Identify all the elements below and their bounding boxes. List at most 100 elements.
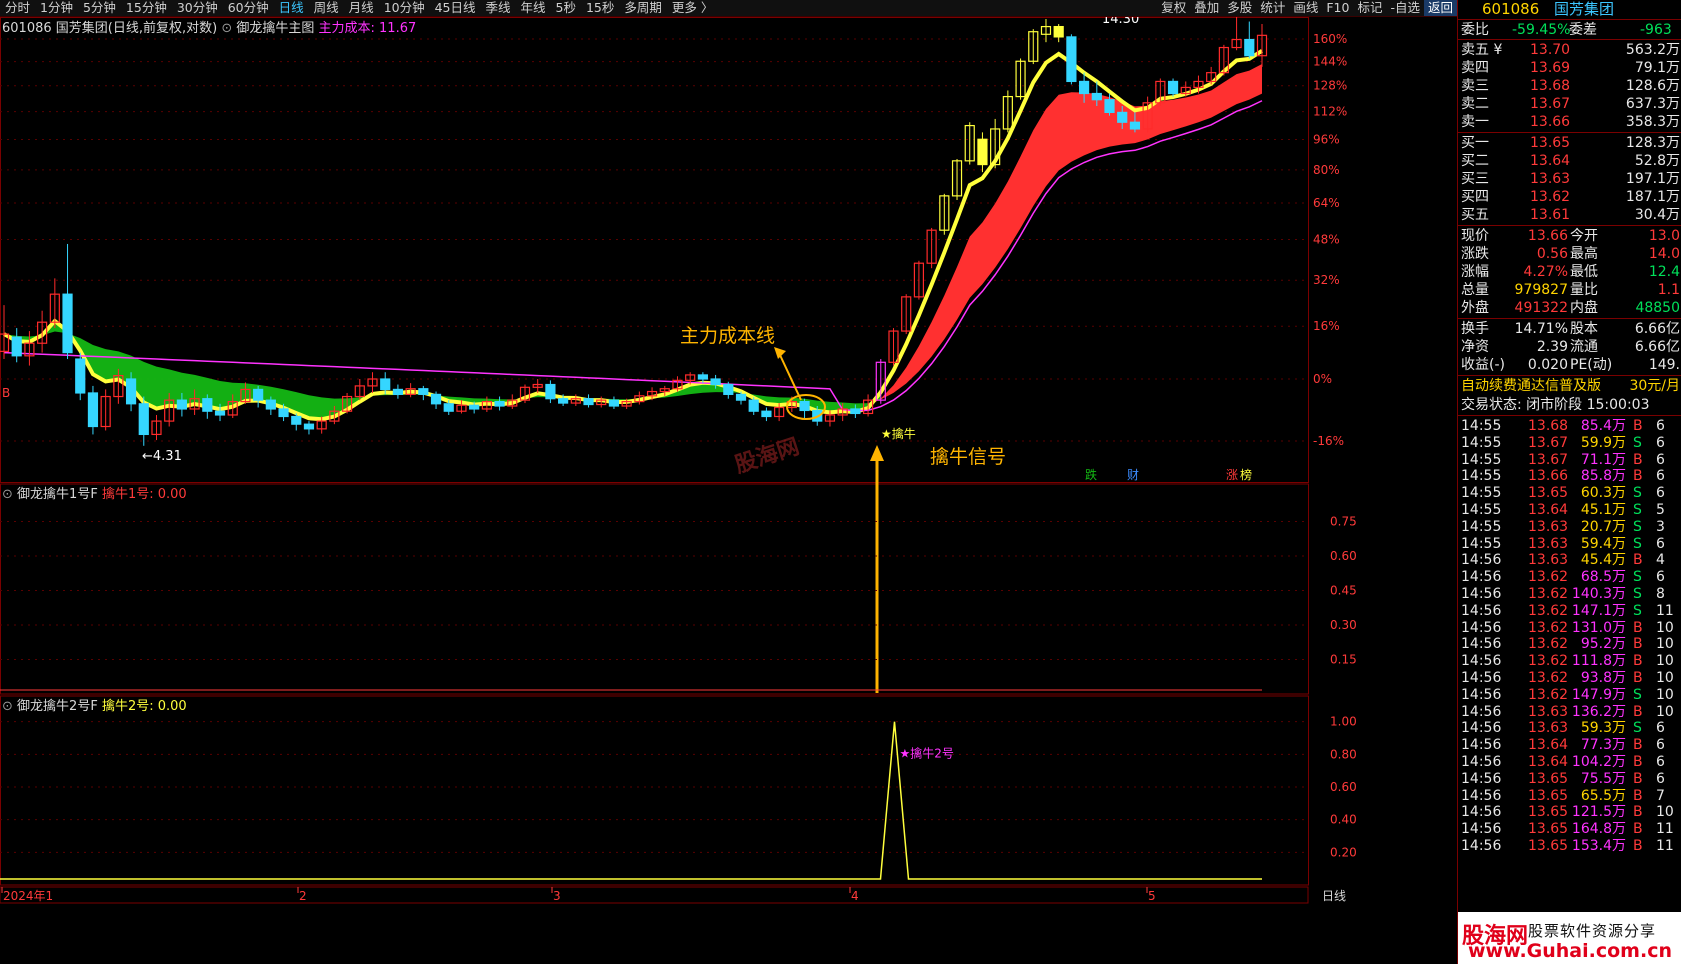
- period-1[interactable]: 1分钟: [35, 0, 78, 16]
- chart-area[interactable]: 160% 144% 128% 112% 96% 80% 64% 48% 32% 16% 0% -16%…: [0, 17, 1457, 964]
- tick-row[interactable]: 14:56 13.62 147.9万 S 10: [1458, 686, 1681, 704]
- tick-row[interactable]: 14:56 13.65 75.5万 B 6: [1458, 770, 1681, 788]
- panel2-y-tick: 0.80: [1330, 747, 1357, 761]
- tick-side: B: [1633, 787, 1643, 804]
- promo-row[interactable]: 自动续费通达信普及版 30元/月: [1458, 377, 1681, 395]
- buy-volume: 30.4万: [1634, 207, 1680, 223]
- tick-row[interactable]: 14:55 13.66 85.8万 B 6: [1458, 467, 1681, 485]
- tick-row[interactable]: 14:55 13.64 45.1万 S 5: [1458, 501, 1681, 519]
- stat2-row-2[interactable]: 收益(-) 0.020 PE(动) 149.: [1458, 356, 1681, 374]
- stat-row-4[interactable]: 外盘 491322 内盘 48850: [1458, 299, 1681, 317]
- indicator-dot-icon[interactable]: ⊙: [2, 487, 13, 502]
- tool-2[interactable]: 多股: [1223, 0, 1256, 16]
- stat2-row-1[interactable]: 净资 2.39 流通 6.66亿: [1458, 338, 1681, 356]
- period-11[interactable]: 季线: [481, 0, 516, 16]
- sell-label: 卖二: [1461, 96, 1489, 112]
- sell-row-3[interactable]: 卖三 13.68 128.6万: [1458, 77, 1681, 95]
- tool-6[interactable]: 标记: [1353, 0, 1386, 16]
- tick-volume: 59.9万: [1580, 434, 1626, 451]
- indicator-dot-icon[interactable]: ⊙: [221, 21, 232, 36]
- tick-side: B: [1633, 552, 1643, 569]
- tick-row[interactable]: 14:56 13.64 104.2万 B 6: [1458, 753, 1681, 771]
- tick-row[interactable]: 14:56 13.63 136.2万 B 10: [1458, 703, 1681, 721]
- period-7[interactable]: 周线: [309, 0, 344, 16]
- stat-row-3[interactable]: 总量 979827 量比 1.1: [1458, 281, 1681, 299]
- period-13[interactable]: 5秒: [551, 0, 581, 16]
- buy-row-2[interactable]: 买二 13.64 52.8万: [1458, 152, 1681, 170]
- stat-row-2[interactable]: 涨幅 4.27% 最低 12.4: [1458, 263, 1681, 281]
- stat-label: 涨幅: [1461, 264, 1489, 280]
- tool-8[interactable]: 返回: [1423, 0, 1457, 16]
- tick-row[interactable]: 14:56 13.64 77.3万 B 6: [1458, 736, 1681, 754]
- tick-price: 13.64: [1528, 754, 1569, 770]
- tool-5[interactable]: F10: [1322, 0, 1353, 16]
- stat-row-1[interactable]: 涨跌 0.56 最高 14.0: [1458, 245, 1681, 263]
- panel2-name[interactable]: 御龙擒牛2号F: [17, 699, 98, 714]
- period-16[interactable]: 更多 〉: [667, 0, 718, 16]
- tick-row[interactable]: 14:56 13.62 111.8万 B 10: [1458, 652, 1681, 670]
- tick-row[interactable]: 14:55 13.67 59.9万 S 6: [1458, 434, 1681, 452]
- tick-row[interactable]: 14:56 13.65 153.4万 B 11: [1458, 837, 1681, 855]
- sell-label: 卖一: [1461, 114, 1489, 130]
- tick-volume: 136.2万: [1571, 703, 1626, 720]
- stat-value: 1.1: [1657, 282, 1680, 298]
- panel1-name[interactable]: 御龙擒牛1号F: [17, 487, 98, 502]
- tick-row[interactable]: 14:56 13.65 121.5万 B 10: [1458, 803, 1681, 821]
- tick-row[interactable]: 14:56 13.62 95.2万 B 10: [1458, 635, 1681, 653]
- period-6[interactable]: 日线: [274, 0, 309, 16]
- period-2[interactable]: 5分钟: [78, 0, 121, 16]
- buy-row-4[interactable]: 买四 13.62 187.1万: [1458, 188, 1681, 206]
- tick-row[interactable]: 14:55 13.63 59.4万 S 6: [1458, 535, 1681, 553]
- tick-row[interactable]: 14:56 13.63 45.4万 B 4: [1458, 551, 1681, 569]
- indicator-dot-icon[interactable]: ⊙: [2, 699, 13, 714]
- tick-price: 13.63: [1528, 552, 1569, 569]
- stat-row-0[interactable]: 现价 13.66 今开 13.0: [1458, 227, 1681, 245]
- tick-row[interactable]: 14:56 13.62 140.3万 S 8: [1458, 585, 1681, 603]
- tool-3[interactable]: 统计: [1256, 0, 1289, 16]
- tick-row[interactable]: 14:56 13.65 164.8万 B 11: [1458, 820, 1681, 838]
- stat-label: 现价: [1461, 228, 1489, 244]
- tick-row[interactable]: 14:56 13.62 131.0万 B 10: [1458, 619, 1681, 637]
- period-4[interactable]: 30分钟: [172, 0, 223, 16]
- tool-4[interactable]: 画线: [1289, 0, 1322, 16]
- tool-1[interactable]: 叠加: [1190, 0, 1223, 16]
- period-15[interactable]: 多周期: [619, 0, 667, 16]
- tick-row[interactable]: 14:56 13.62 147.1万 S 11: [1458, 602, 1681, 620]
- tick-row[interactable]: 14:56 13.65 65.5万 B 7: [1458, 787, 1681, 805]
- stat-label: 流通: [1570, 339, 1598, 355]
- main-indicator-name[interactable]: 御龙擒牛主图: [236, 21, 314, 36]
- period-0[interactable]: 分时: [0, 0, 35, 16]
- tick-row[interactable]: 14:55 13.65 60.3万 S 6: [1458, 484, 1681, 502]
- tick-row[interactable]: 14:56 13.62 68.5万 S 6: [1458, 568, 1681, 586]
- period-3[interactable]: 15分钟: [121, 0, 172, 16]
- tick-row[interactable]: 14:55 13.63 20.7万 S 3: [1458, 518, 1681, 536]
- buy-row-1[interactable]: 买一 13.65 128.3万: [1458, 134, 1681, 152]
- period-5[interactable]: 60分钟: [223, 0, 274, 16]
- sell-row-4[interactable]: 卖四 13.69 79.1万: [1458, 59, 1681, 77]
- buy-row-3[interactable]: 买三 13.63 197.1万: [1458, 170, 1681, 188]
- stat-label: 换手: [1461, 321, 1489, 337]
- sell-label: 卖三: [1461, 78, 1489, 94]
- period-8[interactable]: 月线: [344, 0, 379, 16]
- buy-row-5[interactable]: 买五 13.61 30.4万: [1458, 206, 1681, 224]
- stat2-row-0[interactable]: 换手 14.71% 股本 6.66亿: [1458, 320, 1681, 338]
- cai-mark: 财: [1127, 468, 1139, 482]
- sell-row-5[interactable]: 卖五 ¥ 13.70 563.2万: [1458, 41, 1681, 59]
- tool-7[interactable]: -自选: [1386, 0, 1424, 16]
- period-10[interactable]: 45日线: [430, 0, 481, 16]
- tool-0[interactable]: 复权: [1157, 0, 1190, 16]
- sell-row-1[interactable]: 卖一 13.66 358.3万: [1458, 113, 1681, 131]
- candle-body: [291, 415, 302, 425]
- period-12[interactable]: 年线: [516, 0, 551, 16]
- period-14[interactable]: 15秒: [581, 0, 619, 16]
- guhai-logo: 股海网 股票软件资源分享 www.Guhai.com.cn: [1458, 912, 1681, 964]
- sell-row-2[interactable]: 卖二 13.67 637.3万: [1458, 95, 1681, 113]
- period-9[interactable]: 10分钟: [379, 0, 430, 16]
- tick-side: B: [1633, 821, 1643, 838]
- tick-row[interactable]: 14:55 13.67 71.1万 B 6: [1458, 451, 1681, 469]
- status-row[interactable]: 交易状态: 闭市阶段 15:00:03: [1458, 396, 1681, 414]
- tick-row[interactable]: 14:56 13.63 59.3万 S 6: [1458, 719, 1681, 737]
- tick-row[interactable]: 14:55 13.68 85.4万 B 6: [1458, 417, 1681, 435]
- tick-row[interactable]: 14:56 13.62 93.8万 B 10: [1458, 669, 1681, 687]
- sell-price: 13.67: [1530, 96, 1571, 112]
